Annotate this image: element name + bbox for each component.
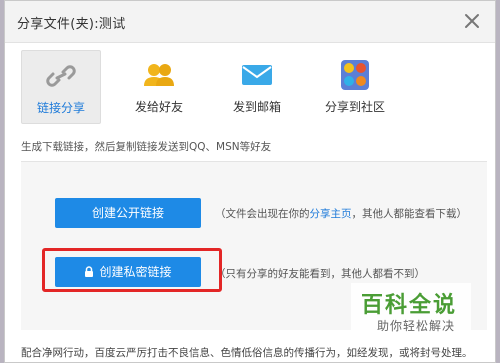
mail-icon (240, 60, 274, 90)
watermark-title: 百科全说 (361, 293, 458, 318)
share-homepage-link[interactable]: 分享主页 (310, 208, 352, 220)
tab-label: 发到邮箱 (232, 100, 281, 114)
tab-share-community[interactable]: 分享到社区 (315, 50, 395, 124)
footer-notice: 配合净网行动，百度云严厉打击不良信息、色情低俗信息的传播行为，如经发现，或将封号… (21, 347, 473, 359)
tab-label: 发给好友 (134, 100, 183, 114)
title-bar: 分享文件(夹):测试 (5, 1, 495, 43)
friends-icon (142, 60, 176, 90)
note-text: ，其他人都能查看下载） (351, 208, 468, 220)
hint-text: 生成下载链接，然后复制链接发送到QQ、MSN等好友 (21, 141, 272, 153)
public-link-note: （文件会出现在你的分享主页，其他人都能查看下载） (215, 206, 467, 221)
tab-label: 链接分享 (36, 101, 85, 115)
tab-link-share[interactable]: 链接分享 (21, 50, 101, 124)
dialog-title: 分享文件(夹):测试 (17, 17, 126, 32)
create-public-link-button[interactable]: 创建公开链接 (55, 198, 201, 228)
note-text: （文件会出现在你的 (215, 208, 310, 220)
create-private-link-button[interactable]: 创建私密链接 (55, 257, 201, 287)
private-link-note: （只有分享的好友能看到，其他人都看不到） (215, 268, 425, 280)
tab-label: 分享到社区 (324, 100, 385, 114)
watermark-logo: 百科全说 助你轻松解决 (351, 283, 471, 343)
close-icon[interactable] (463, 12, 481, 30)
button-label: 创建私密链接 (99, 265, 172, 279)
lock-icon (84, 258, 94, 288)
link-icon (44, 61, 78, 91)
tab-send-mail[interactable]: 发到邮箱 (217, 50, 297, 124)
share-dialog: 分享文件(夹):测试 链接分享 发给好友 发到邮箱 分享到社区 生成下载链接，然… (4, 0, 496, 363)
share-tabs: 链接分享 发给好友 发到邮箱 分享到社区 (5, 43, 495, 129)
tab-send-friends[interactable]: 发给好友 (119, 50, 199, 124)
button-label: 创建公开链接 (91, 206, 164, 220)
community-icon (338, 60, 372, 90)
watermark-subtitle: 助你轻松解决 (377, 319, 456, 333)
